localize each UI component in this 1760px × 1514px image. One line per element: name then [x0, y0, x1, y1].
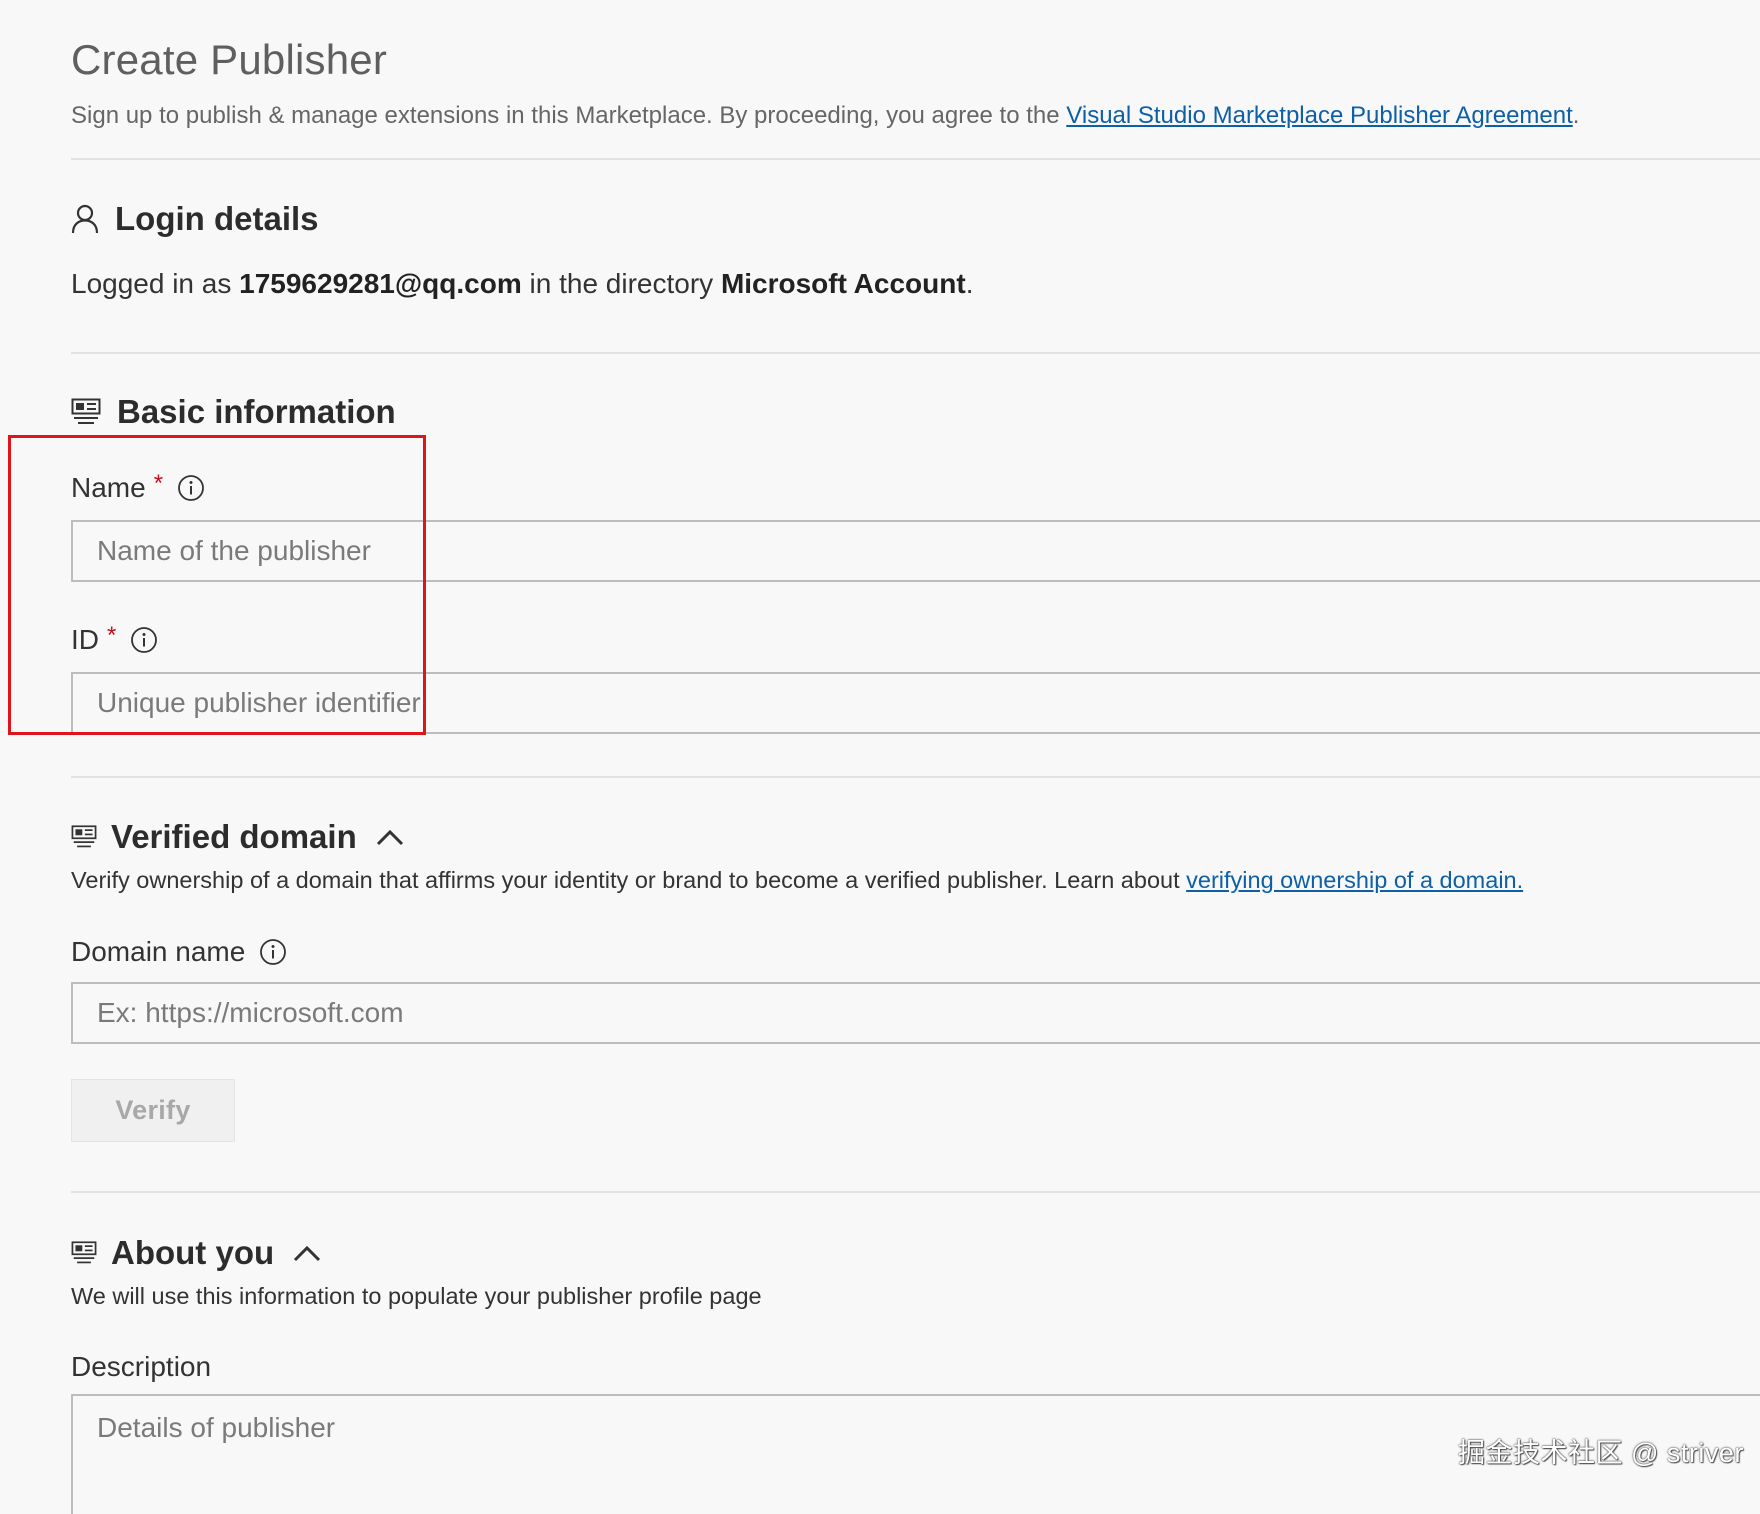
divider	[71, 352, 1760, 354]
verified-domain-heading: Verified domain	[71, 818, 405, 856]
info-icon[interactable]	[130, 626, 158, 654]
intro-text-body: Sign up to publish & manage extensions i…	[71, 102, 1067, 129]
verified-domain-description: Verify ownership of a domain that affirm…	[71, 867, 1523, 894]
form-icon	[71, 398, 101, 426]
basic-information-heading: Basic information	[71, 393, 396, 431]
verify-button[interactable]: Verify	[71, 1079, 235, 1142]
description-label: Description	[71, 1351, 212, 1382]
divider	[71, 158, 1760, 160]
intro-text: Sign up to publish & manage extensions i…	[71, 102, 1579, 130]
verified-domain-title: Verified domain	[111, 818, 357, 855]
basic-information-title: Basic information	[117, 393, 396, 430]
person-icon	[71, 204, 99, 234]
logged-in-suffix: .	[965, 268, 974, 299]
name-field-label: Name *	[71, 470, 205, 504]
logged-in-middle: in the directory	[521, 268, 721, 299]
required-indicator: *	[107, 622, 117, 649]
login-details-heading: Login details	[71, 200, 319, 238]
logged-in-email: 1759629281@qq.com	[239, 268, 522, 299]
id-field-label: ID *	[71, 622, 158, 656]
about-you-heading: About you	[71, 1234, 322, 1272]
required-indicator: *	[153, 470, 164, 497]
divider	[71, 776, 1760, 778]
description-field-label: Description	[71, 1351, 211, 1383]
intro-text-end: .	[1572, 102, 1580, 129]
about-you-title: About you	[111, 1234, 275, 1271]
domain-name-label: Domain name	[71, 936, 246, 967]
domain-name-field-label: Domain name	[71, 936, 287, 968]
verify-domain-link[interactable]: verifying ownership of a domain.	[1186, 867, 1523, 893]
id-label: ID	[71, 624, 99, 655]
logged-in-text: Logged in as 1759629281@qq.com in the di…	[71, 268, 973, 300]
domain-name-input[interactable]	[71, 982, 1760, 1044]
name-input[interactable]	[71, 520, 1760, 582]
info-icon[interactable]	[177, 474, 205, 502]
publisher-agreement-link[interactable]: Visual Studio Marketplace Publisher Agre…	[1066, 102, 1573, 129]
form-icon	[71, 825, 97, 849]
logged-in-prefix: Logged in as	[71, 268, 240, 299]
page-title: Create Publisher	[71, 36, 388, 83]
directory-name: Microsoft Account	[720, 268, 966, 299]
id-input[interactable]	[71, 672, 1760, 734]
name-label: Name	[71, 472, 146, 503]
chevron-up-icon[interactable]	[375, 827, 405, 847]
about-you-description: We will use this information to populate…	[71, 1283, 762, 1309]
watermark: 掘金技术社区 @ striver	[1458, 1438, 1744, 1468]
divider	[71, 1191, 1760, 1193]
info-icon[interactable]	[259, 938, 287, 966]
login-details-title: Login details	[115, 200, 319, 237]
chevron-up-icon[interactable]	[292, 1243, 322, 1263]
verified-domain-description-text: Verify ownership of a domain that affirm…	[71, 867, 1187, 893]
form-icon	[71, 1241, 97, 1265]
